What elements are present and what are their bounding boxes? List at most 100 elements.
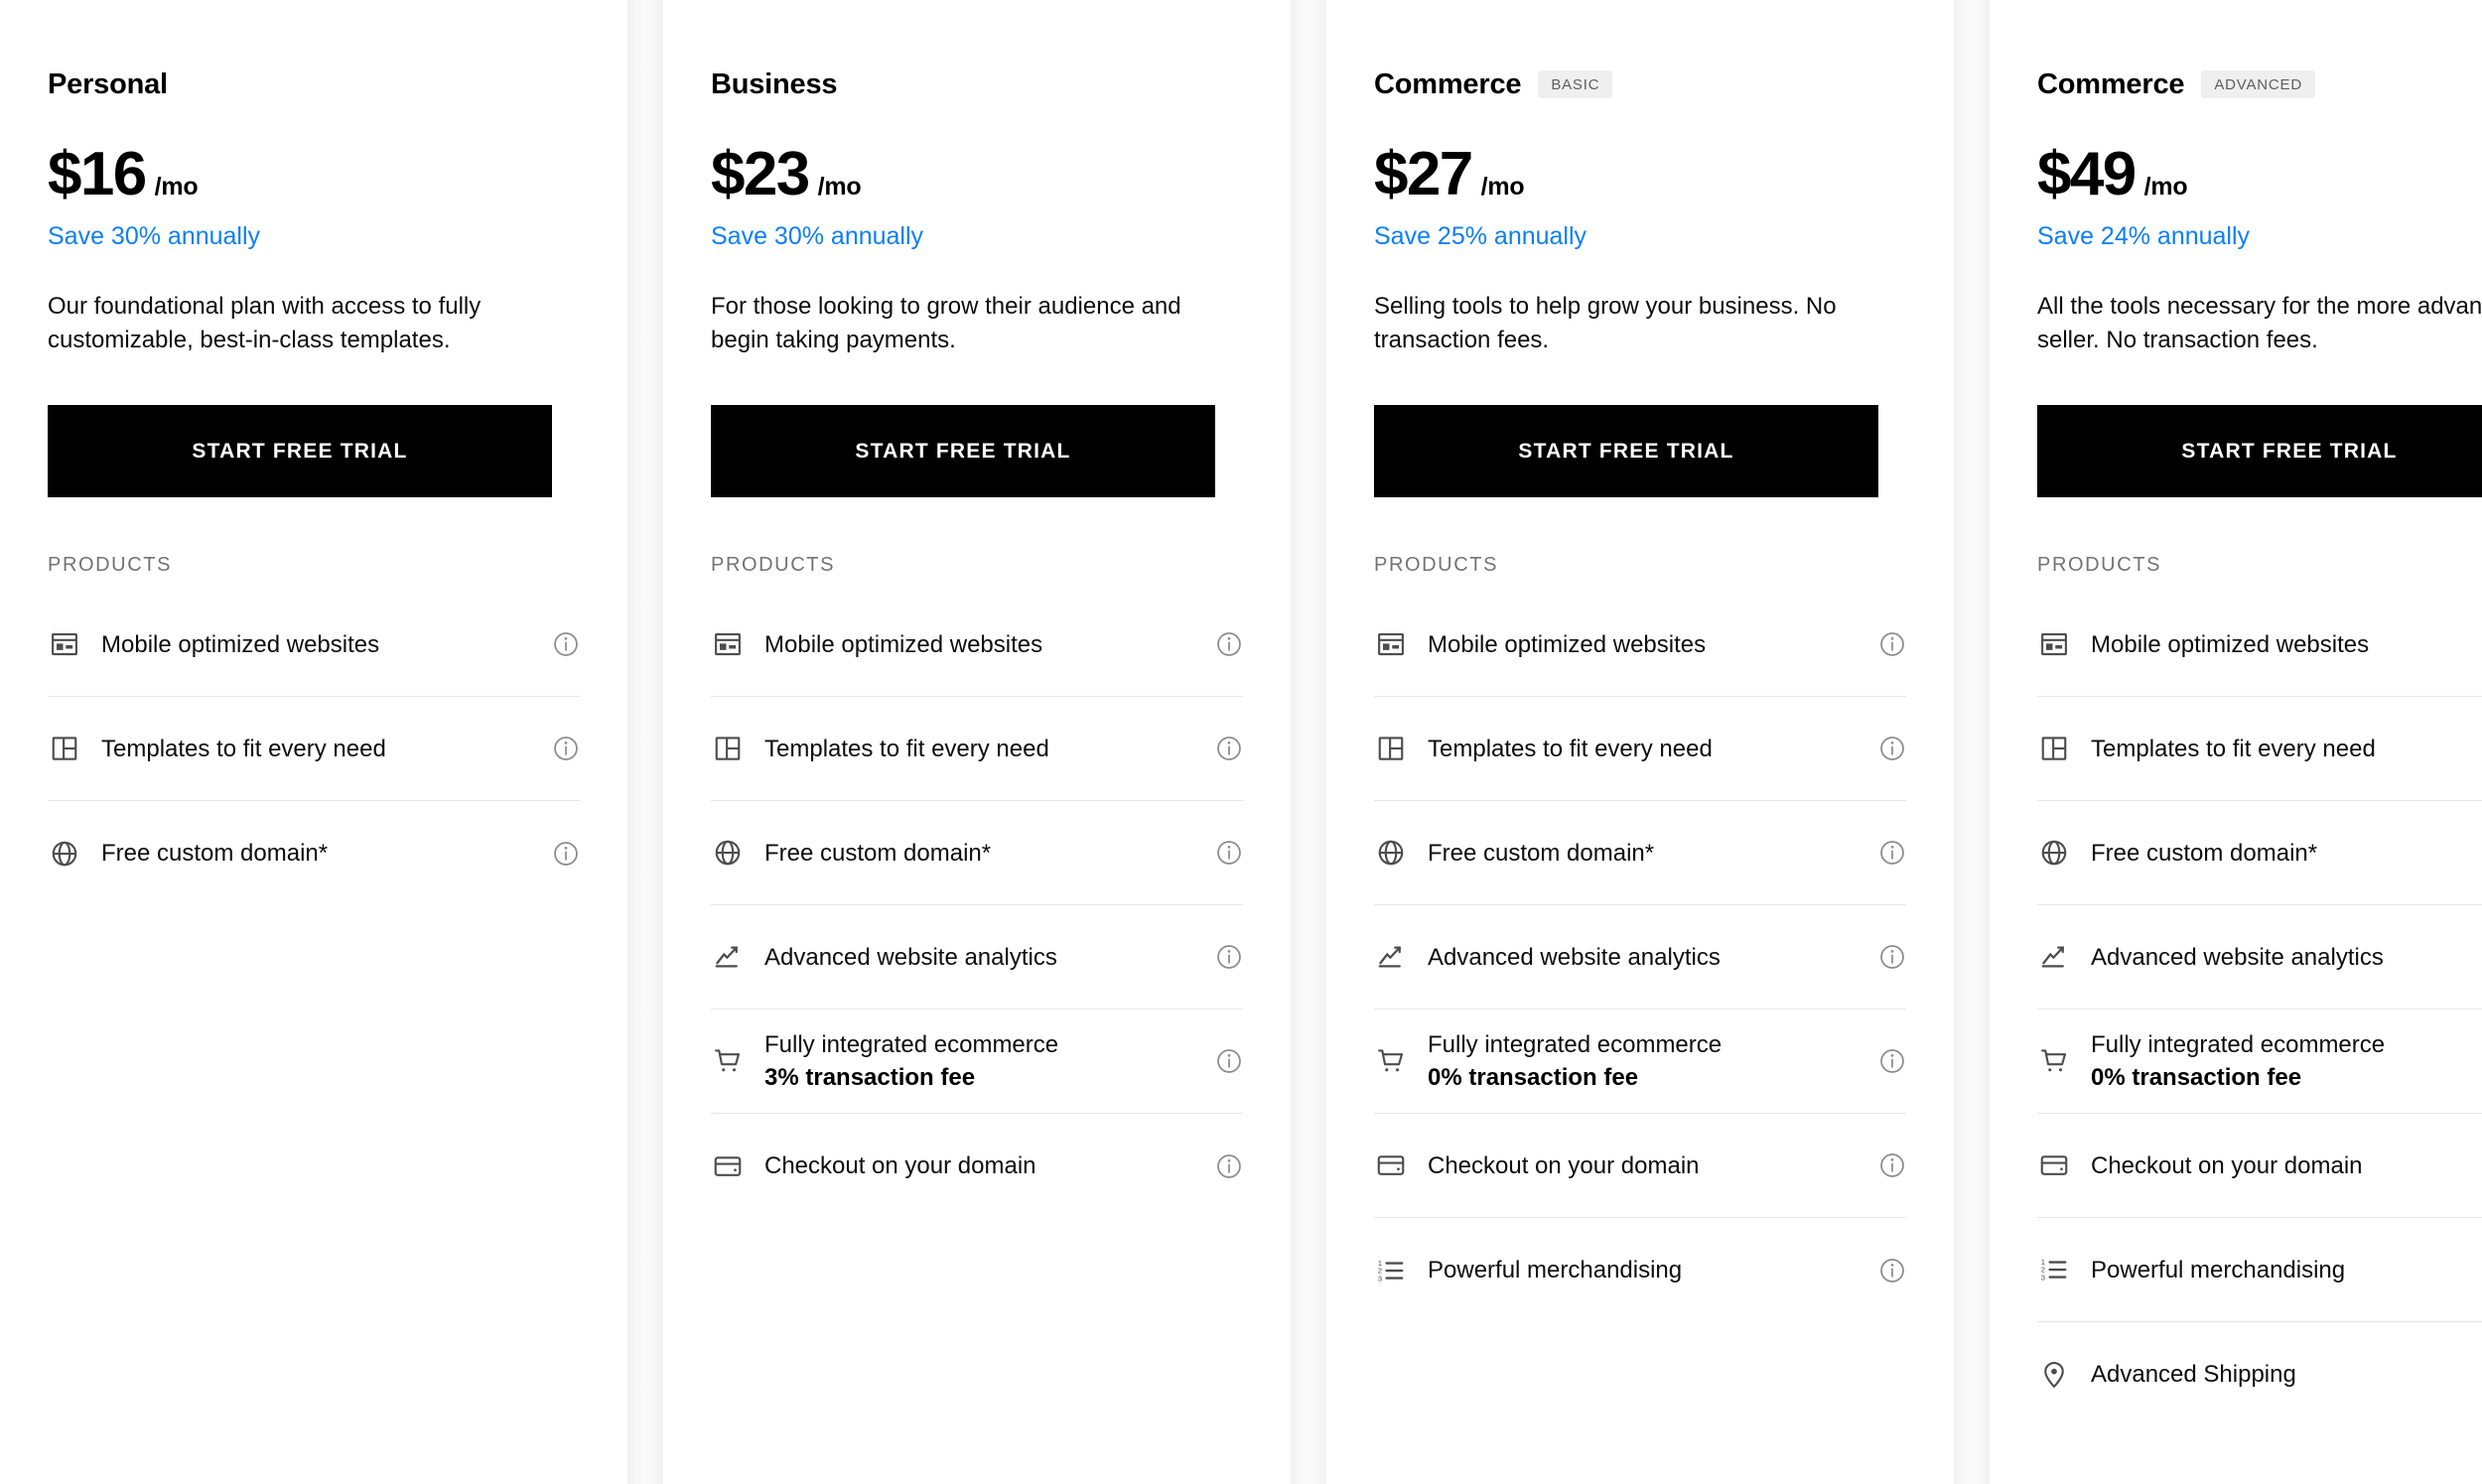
plan-price: $16/mo (48, 144, 580, 205)
info-icon[interactable] (1215, 630, 1243, 658)
feature-row[interactable]: Templates to fit every need (1374, 697, 1906, 802)
globe-icon (2037, 836, 2071, 870)
plan-column-personal: Personal $16/mo Save 30% annually Our found… (0, 0, 663, 1484)
feature-row[interactable]: Fully integrated ecommerce 3% transaction… (711, 1010, 1243, 1115)
feature-text: Advanced website analytics (764, 941, 1201, 974)
feature-list: Mobile optimized websites Templates to fi… (1374, 593, 1906, 1322)
feature-row[interactable]: Checkout on your domain (1374, 1114, 1906, 1219)
feature-text: Free custom domain* (101, 837, 538, 870)
start-free-trial-button[interactable]: START FREE TRIAL (2037, 405, 2482, 498)
feature-row[interactable]: Advanced website analytics (711, 905, 1243, 1011)
info-icon[interactable] (1878, 735, 1906, 762)
annual-savings-link[interactable]: Save 24% annually (2037, 221, 2482, 251)
plan-price: $49/mo (2037, 144, 2482, 205)
price-amount: $27 (1374, 140, 1473, 208)
feature-label: Checkout on your domain (2091, 1151, 2363, 1179)
info-icon[interactable] (1215, 1047, 1243, 1075)
plan-header: Business (711, 67, 1243, 101)
feature-text: Mobile optimized websites (764, 628, 1201, 661)
feature-label: Templates to fit every need (101, 735, 386, 762)
feature-row[interactable]: Free custom domain* (711, 801, 1243, 906)
feature-row[interactable]: Checkout on your domain (2037, 1114, 2482, 1219)
price-period: /mo (817, 173, 862, 201)
plan-header: Commerce ADVANCED (2037, 67, 2482, 101)
products-section-label: PRODUCTS (1374, 554, 1499, 577)
start-free-trial-button[interactable]: START FREE TRIAL (48, 405, 552, 498)
start-free-trial-button[interactable]: START FREE TRIAL (1374, 405, 1878, 498)
info-icon[interactable] (1215, 943, 1243, 971)
products-section-label: PRODUCTS (2037, 554, 2162, 577)
info-icon[interactable] (1878, 839, 1906, 867)
feature-row[interactable]: Advanced Shipping (2037, 1322, 2482, 1426)
annual-savings-link[interactable]: Save 25% annually (1374, 221, 1906, 251)
plan-description: Selling tools to help grow your business… (1374, 293, 1837, 354)
feature-text: Checkout on your domain (1428, 1149, 1864, 1182)
feature-row[interactable]: Advanced website analytics (2037, 905, 2482, 1011)
layout-templates-icon (2037, 732, 2071, 765)
price-amount: $23 (711, 140, 810, 208)
feature-label: Templates to fit every need (2091, 735, 2376, 762)
feature-text: Fully integrated ecommerce 0% transaction… (1428, 1028, 1864, 1094)
feature-label: Templates to fit every need (1428, 735, 1713, 762)
feature-row[interactable]: Free custom domain* (1374, 801, 1906, 906)
info-icon[interactable] (1878, 943, 1906, 971)
info-icon[interactable] (552, 630, 580, 658)
feature-text: Advanced website analytics (2091, 941, 2482, 974)
feature-text: Fully integrated ecommerce 3% transaction… (764, 1028, 1201, 1094)
browser-window-icon (48, 627, 81, 661)
plan-column-business: Business $23/mo Save 30% annually For those… (663, 0, 1326, 1484)
annual-savings-link[interactable]: Save 30% annually (48, 221, 580, 251)
feature-row[interactable]: Mobile optimized websites (2037, 593, 2482, 698)
feature-row[interactable]: Templates to fit every need (711, 697, 1243, 802)
products-section-label: PRODUCTS (711, 554, 836, 577)
feature-row[interactable]: Free custom domain* (2037, 801, 2482, 906)
feature-label: Free custom domain* (764, 839, 992, 867)
feature-label: Fully integrated ecommerce (1428, 1031, 1723, 1059)
info-icon[interactable] (1878, 1047, 1906, 1075)
info-icon[interactable] (1215, 839, 1243, 867)
plan-header: Commerce BASIC (1374, 67, 1906, 101)
analytics-chart-icon (2037, 940, 2071, 974)
feature-text: Checkout on your domain (2091, 1149, 2482, 1182)
feature-row[interactable]: 1 2 3 Powerful merchandising (1374, 1218, 1906, 1322)
ordered-list-icon: 123 (2037, 1253, 2071, 1286)
feature-row[interactable]: Fully integrated ecommerce 0% transaction… (2037, 1010, 2482, 1115)
feature-subtext: 0% transaction fee (2091, 1064, 2302, 1092)
feature-row[interactable]: Mobile optimized websites (711, 593, 1243, 698)
feature-row[interactable]: Fully integrated ecommerce 0% transaction… (1374, 1010, 1906, 1115)
info-icon[interactable] (1878, 1257, 1906, 1284)
feature-row[interactable]: Free custom domain* (48, 801, 580, 905)
feature-row[interactable]: Templates to fit every need (2037, 697, 2482, 802)
info-icon[interactable] (1878, 630, 1906, 658)
feature-label: Mobile optimized websites (1428, 630, 1707, 658)
feature-row[interactable]: Checkout on your domain (711, 1114, 1243, 1218)
feature-label: Advanced Shipping (2091, 1361, 2296, 1389)
info-icon[interactable] (1878, 1151, 1906, 1179)
plan-column-commerce-advanced: Commerce ADVANCED $49/mo Save 24% annually A… (1990, 0, 2482, 1484)
info-icon[interactable] (1215, 1152, 1243, 1180)
plan-column-commerce-basic: Commerce BASIC $27/mo Save 25% annually Sell… (1326, 0, 1990, 1484)
feature-row[interactable]: Mobile optimized websites (48, 593, 580, 698)
start-free-trial-button[interactable]: START FREE TRIAL (711, 405, 1215, 498)
feature-row[interactable]: Mobile optimized websites (1374, 593, 1906, 698)
feature-row[interactable]: Templates to fit every need (48, 697, 580, 802)
browser-window-icon (2037, 627, 2071, 661)
feature-label: Powerful merchandising (2091, 1256, 2346, 1283)
feature-subtext: 0% transaction fee (1428, 1064, 1639, 1092)
credit-card-icon (711, 1149, 745, 1183)
info-icon[interactable] (552, 735, 580, 762)
price-amount: $16 (48, 140, 147, 208)
feature-list: Mobile optimized websites Templates to fi… (711, 593, 1243, 1218)
shopping-cart-icon (1374, 1044, 1408, 1078)
feature-text: Advanced Shipping (2091, 1358, 2482, 1391)
info-icon[interactable] (552, 840, 580, 868)
annual-savings-link[interactable]: Save 30% annually (711, 221, 1243, 251)
price-amount: $49 (2037, 140, 2137, 208)
plan-description: Our foundational plan with access to ful… (48, 293, 482, 354)
feature-text: Free custom domain* (764, 837, 1201, 870)
feature-label: Advanced website analytics (1428, 943, 1721, 971)
info-icon[interactable] (1215, 735, 1243, 762)
feature-row[interactable]: 1 2 3 Powerful merchandising (2037, 1218, 2482, 1323)
feature-text: Mobile optimized websites (101, 628, 538, 661)
feature-row[interactable]: Advanced website analytics (1374, 905, 1906, 1011)
